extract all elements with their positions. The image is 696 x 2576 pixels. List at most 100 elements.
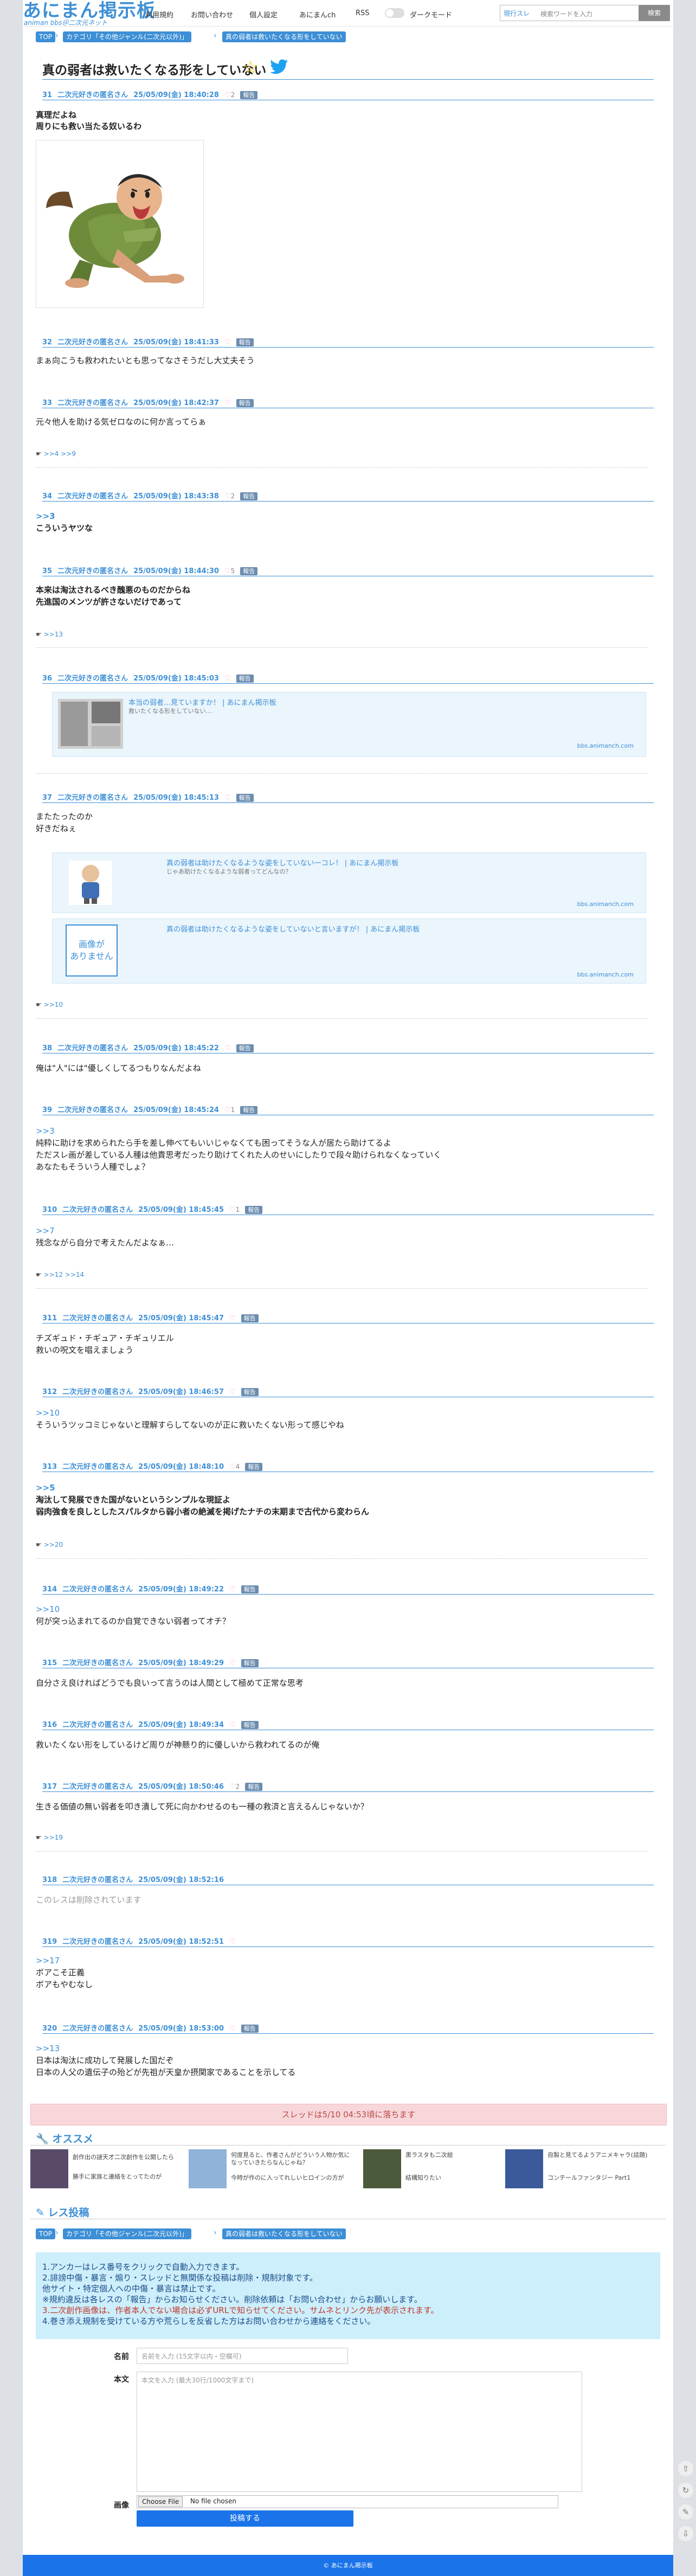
nav-animanch[interactable]: あにまんch: [299, 9, 336, 20]
report-button[interactable]: 報告: [240, 492, 258, 500]
link-title[interactable]: 真の弱者は助けたくなるような姿をしていない一コレ！ | あにまん掲示板: [166, 857, 398, 868]
body-textarea[interactable]: 本文を入力 (最大30行/1000文字まで): [137, 2372, 582, 2492]
scroll-top-icon[interactable]: ⇧: [678, 2461, 694, 2477]
post-anchor-link[interactable]: >>7: [36, 1225, 55, 1237]
post-number[interactable]: 39: [42, 1106, 52, 1114]
file-input[interactable]: Choose File No file chosen: [137, 2495, 558, 2508]
report-button[interactable]: 報告: [236, 338, 254, 346]
like-heart-icon[interactable]: ♡: [224, 1044, 231, 1052]
report-button[interactable]: 報告: [236, 794, 254, 802]
like-heart-icon[interactable]: ♡: [224, 338, 231, 346]
like-heart-icon[interactable]: ♡: [229, 1388, 236, 1396]
report-button[interactable]: 報告: [240, 91, 258, 99]
post-number[interactable]: 313: [42, 1463, 57, 1471]
twitter-share-icon[interactable]: [270, 59, 288, 74]
reply-links[interactable]: ☛ >>19: [36, 1834, 63, 1841]
post-number[interactable]: 36: [42, 674, 52, 683]
breadcrumb-top[interactable]: TOP: [36, 31, 56, 42]
like-heart-icon[interactable]: ♡: [229, 1721, 236, 1729]
like-heart-icon[interactable]: ♡: [224, 91, 231, 99]
link-card[interactable]: 本当の弱者…見ていますか！ | あにまん掲示板 救いたくなる形をしていない… b…: [52, 692, 646, 757]
like-heart-icon[interactable]: ♡: [229, 1206, 236, 1214]
post-number[interactable]: 312: [42, 1388, 57, 1396]
reply-links[interactable]: ☛ >>20: [36, 1541, 63, 1549]
post-number[interactable]: 314: [42, 1585, 57, 1594]
like-heart-icon[interactable]: ♡: [229, 1938, 236, 1946]
compose-icon[interactable]: ✎: [678, 2504, 694, 2520]
search-scope-select[interactable]: 現行スレ: [504, 9, 530, 18]
post-image[interactable]: [36, 140, 204, 308]
report-button[interactable]: 報告: [240, 567, 258, 575]
nav-contact[interactable]: お問い合わせ: [191, 9, 233, 20]
like-heart-icon[interactable]: ♡: [224, 399, 231, 407]
recommend-item[interactable]: 何度見ると、作者さんがどういう人物か気に なっていきたらなんじゃね？ 今時が作の…: [189, 2149, 350, 2193]
post-number[interactable]: 33: [42, 399, 52, 407]
like-heart-icon[interactable]: ♡: [229, 1314, 236, 1322]
post-number[interactable]: 315: [42, 1659, 57, 1667]
post-number[interactable]: 320: [42, 2025, 57, 2033]
post-number[interactable]: 31: [42, 91, 52, 99]
like-heart-icon[interactable]: ♡: [224, 794, 231, 802]
recommend-item[interactable]: 創作出の謎天才二次創作を公開したら 勝手に家族と連絡をとってたのが: [30, 2149, 174, 2193]
like-heart-icon[interactable]: ♡: [229, 1659, 236, 1667]
breadcrumb-thread[interactable]: 真の弱者は救いたくなる形をしていない: [222, 31, 346, 42]
reload-icon[interactable]: ↻: [678, 2482, 694, 2498]
report-button[interactable]: 報告: [241, 1314, 259, 1322]
post-number[interactable]: 316: [42, 1721, 57, 1729]
like-heart-icon[interactable]: ♡: [224, 567, 231, 575]
post-number[interactable]: 34: [42, 492, 52, 500]
post-number[interactable]: 318: [42, 1876, 57, 1884]
report-button[interactable]: 報告: [245, 1783, 263, 1791]
report-button[interactable]: 報告: [236, 399, 254, 407]
reply-links[interactable]: ☛ >>12 >>14: [36, 1271, 84, 1279]
report-button[interactable]: 報告: [245, 1206, 263, 1214]
report-button[interactable]: 報告: [241, 2025, 259, 2033]
scroll-bottom-icon[interactable]: ⇩: [678, 2526, 694, 2542]
like-heart-icon[interactable]: ♡: [229, 2025, 236, 2033]
like-heart-icon[interactable]: ♡: [229, 1783, 236, 1791]
report-button[interactable]: 報告: [240, 1106, 258, 1114]
link-title[interactable]: 真の弱者は助けたくなるような姿をしていないと言いますが！ | あにまん掲示板: [166, 923, 420, 934]
reply-links[interactable]: ☛ >>13: [36, 631, 63, 638]
name-input[interactable]: 名前を入力 (15文字以内・空欄可): [137, 2348, 348, 2364]
report-button[interactable]: 報告: [236, 674, 254, 683]
reply-links[interactable]: ☛ >>4 >>9: [36, 450, 76, 458]
dark-mode-toggle[interactable]: [385, 8, 404, 18]
like-heart-icon[interactable]: ♡: [229, 1463, 236, 1471]
report-button[interactable]: 報告: [241, 1585, 259, 1594]
post-anchor-link[interactable]: >>5: [36, 1482, 55, 1494]
report-button[interactable]: 報告: [241, 1388, 259, 1396]
post-anchor-link[interactable]: >>17: [36, 1955, 60, 1967]
post-anchor-link[interactable]: >>13: [36, 2043, 60, 2054]
post-number[interactable]: 38: [42, 1044, 52, 1052]
nav-settings[interactable]: 個人設定: [249, 9, 278, 20]
link-card[interactable]: 真の弱者は助けたくなるような姿をしていない一コレ！ | あにまん掲示板 じゃあ助…: [52, 852, 646, 913]
breadcrumb-category[interactable]: カテゴリ「その他ジャンル(二次元以外)」: [63, 2228, 191, 2239]
search-button[interactable]: 検索: [639, 5, 670, 21]
recommend-item[interactable]: 黒ラスタも二次絵 結構知りたい: [363, 2149, 472, 2193]
like-heart-icon[interactable]: ♡: [224, 492, 231, 500]
choose-file-button[interactable]: Choose File: [138, 2496, 183, 2507]
nav-rss[interactable]: RSS: [356, 9, 370, 17]
report-button[interactable]: 報告: [236, 1044, 254, 1052]
post-anchor-link[interactable]: >>10: [36, 1408, 60, 1419]
post-number[interactable]: 310: [42, 1206, 57, 1214]
breadcrumb-top[interactable]: TOP: [36, 2228, 56, 2239]
like-heart-icon[interactable]: ♡: [229, 1585, 236, 1594]
post-anchor-link[interactable]: >>3: [36, 1126, 55, 1137]
breadcrumb-thread[interactable]: 真の弱者は救いたくなる形をしていない: [222, 2228, 346, 2239]
like-heart-icon[interactable]: ♡: [224, 1106, 231, 1114]
post-number[interactable]: 32: [42, 338, 52, 346]
breadcrumb-category[interactable]: カテゴリ「その他ジャンル(二次元以外)」: [63, 31, 191, 42]
report-button[interactable]: 報告: [241, 1721, 259, 1729]
post-anchor-link[interactable]: >>10: [36, 1604, 60, 1615]
post-anchor-link[interactable]: >>3: [36, 511, 55, 522]
recommend-item[interactable]: 自製と見てるようアニメキャラ(話題) コンテールファンタジー Part1: [505, 2149, 647, 2193]
favorite-star-icon[interactable]: ☆: [243, 57, 259, 78]
report-button[interactable]: 報告: [245, 1463, 263, 1471]
link-card[interactable]: 画像が ありません 真の弱者は助けたくなるような姿をしていないと言いますが！ |…: [52, 918, 646, 984]
post-number[interactable]: 37: [42, 794, 52, 802]
post-number[interactable]: 319: [42, 1938, 57, 1946]
report-button[interactable]: 報告: [241, 1659, 259, 1667]
post-number[interactable]: 317: [42, 1783, 57, 1791]
